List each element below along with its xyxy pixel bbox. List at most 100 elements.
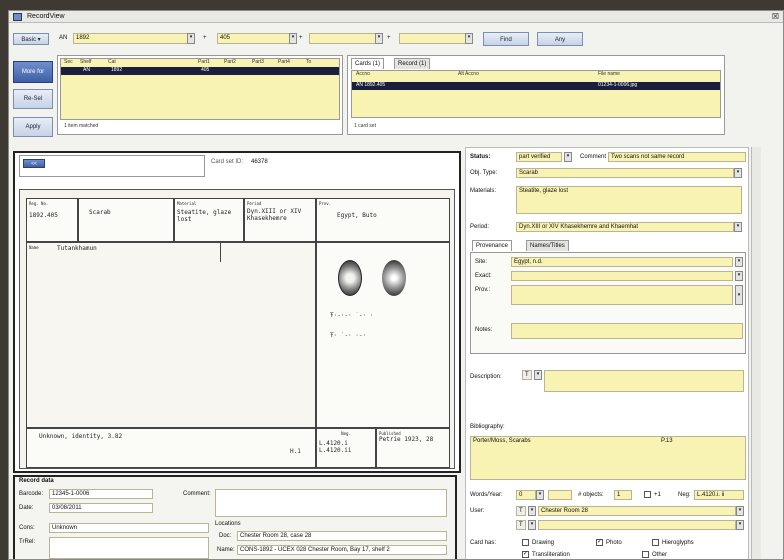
plus-one-checkbox[interactable] <box>644 491 651 498</box>
card-has-label: Card has: <box>470 540 497 546</box>
published-cell: Published Petrie 1923, 28 <box>376 428 450 468</box>
chevron-down-icon[interactable]: ▾ <box>564 152 572 162</box>
chevron-down-icon[interactable]: ▾ <box>735 271 743 281</box>
tab-record[interactable]: Record (1) <box>394 58 431 69</box>
status-select[interactable]: part verified <box>516 152 562 162</box>
chevron-down-icon[interactable]: ▾ <box>289 33 297 44</box>
record-form: Status: part verified ▾ Comment Two scan… <box>465 147 749 559</box>
material-value: Steatite, glaze lost <box>177 209 232 223</box>
form-scrollbar[interactable] <box>751 147 761 559</box>
neg-label: Neg: <box>678 492 691 498</box>
plus-one-label: +1 <box>654 492 661 498</box>
table-row[interactable]: AN 1892 405 <box>61 67 339 75</box>
prov-field[interactable] <box>511 285 733 305</box>
user2-lang[interactable]: T <box>516 520 526 530</box>
desc-lang[interactable]: T <box>522 370 532 380</box>
card-set-id-label: Card set ID: <box>211 159 244 165</box>
other-checkbox[interactable] <box>642 551 649 558</box>
tab-provenance[interactable]: Provenance <box>472 240 513 251</box>
object-cell: Scarab <box>78 198 174 242</box>
results-panel: Sec Shelf Cat Part1 Part2 Part3 Part4 To… <box>57 55 343 135</box>
chevron-down-icon[interactable]: ▾ <box>375 33 383 44</box>
title-bar: RecordView ☒ <box>9 11 783 23</box>
notes-label: Notes: <box>475 327 493 333</box>
chevron-down-icon[interactable]: ▾ <box>736 506 744 516</box>
other-label: Other <box>652 552 668 558</box>
close-icon[interactable]: ☒ <box>772 12 779 21</box>
comment-label: Comment <box>580 154 607 160</box>
chevron-down-icon[interactable]: ▾ <box>734 222 742 232</box>
bibliography-field[interactable]: Porter/Moss, Scarabs P.13 <box>470 436 746 480</box>
neg-cell: Neg. L.4120.i L.4120.ii <box>316 428 376 468</box>
chevron-down-icon[interactable]: ▾ <box>187 33 195 44</box>
materials-field[interactable]: Steatite, glaze lost <box>516 186 742 214</box>
period-select[interactable]: Dyn.XIII or XIV Khasekhemre and Khaemhat <box>516 222 734 232</box>
period-cell: Period Dyn.XIII or XIV Khasekhemre <box>244 198 316 242</box>
drawing-checkbox[interactable] <box>522 539 529 546</box>
chevron-down-icon[interactable]: ▾ <box>528 506 536 516</box>
bibliography-value: Porter/Moss, Scarabs <box>473 438 531 444</box>
doc-field[interactable]: Chester Room 28, case 28 <box>237 531 447 541</box>
cons-field[interactable]: Unknown <box>49 523 209 533</box>
date-field[interactable]: 03/08/2011 <box>49 503 153 513</box>
search-value-4[interactable] <box>399 33 469 44</box>
obj-type-select[interactable]: Scarab <box>516 168 734 178</box>
reselect-button[interactable]: Re-Sel <box>13 89 53 109</box>
record-data-panel: Record data Barcode: 12345-1-0006 Date: … <box>13 475 457 559</box>
chevron-down-icon[interactable]: ▾ <box>536 490 544 500</box>
description-field[interactable] <box>544 370 744 392</box>
search-mode-button[interactable]: Basic ▾ <box>13 33 49 45</box>
find-button[interactable]: Find <box>483 32 529 46</box>
chevron-down-icon[interactable]: ▾ <box>734 168 742 178</box>
tab-cards[interactable]: Cards (1) <box>351 58 385 69</box>
status-label: Status: <box>470 154 491 160</box>
regno-label: Reg. No. <box>29 201 49 206</box>
apply-button[interactable]: Apply <box>13 117 53 137</box>
year-field[interactable] <box>548 490 572 500</box>
comment-field[interactable] <box>215 489 447 517</box>
words-field[interactable]: 0 <box>516 490 536 500</box>
hieroglyphs-checkbox[interactable] <box>652 539 659 546</box>
objects-field[interactable]: 1 <box>614 490 632 500</box>
window-title: RecordView <box>27 13 65 20</box>
cards-panel: Cards (1) Record (1) Accno Alt Accno Fil… <box>347 55 725 135</box>
photo-caption-1: Ŧ·-·-· ˙-· · <box>330 312 374 319</box>
op-label: + <box>387 35 391 41</box>
bibliography-label: Bibliography: <box>470 424 505 430</box>
provenance-panel: Site: Egypt, n.d. ▾ Exact: ▾ Prov.: ▾ No… <box>470 252 746 354</box>
search-value-2[interactable]: 405 <box>217 33 293 44</box>
site-select[interactable]: Egypt, n.d. <box>511 257 733 267</box>
chevron-down-icon[interactable]: ▾ <box>528 520 536 530</box>
provenance-cell: Prov. Egypt, Buto <box>316 198 450 242</box>
chevron-down-icon[interactable]: ▾ <box>736 520 744 530</box>
any-button[interactable]: Any <box>537 32 583 46</box>
chevron-down-icon[interactable]: ▾ <box>465 33 473 44</box>
chevron-down-icon[interactable]: ▾ <box>735 285 743 305</box>
words-year-label: Words/Year: <box>470 492 503 498</box>
user1-field[interactable]: Chester Room 28 <box>538 506 736 516</box>
chevron-down-icon[interactable]: ▾ <box>534 370 542 380</box>
status-comment-field[interactable]: Two scans not same record <box>608 152 746 162</box>
notes-field[interactable] <box>511 323 743 339</box>
cards-grid[interactable] <box>351 70 721 118</box>
name-label: Name: <box>217 547 235 553</box>
transliteration-checkbox[interactable]: ✓ <box>522 551 529 558</box>
exact-select[interactable] <box>511 271 733 281</box>
user2-field[interactable] <box>538 520 736 530</box>
neg-field[interactable]: L.4120.i. ii <box>694 490 744 500</box>
more-for-button[interactable]: More for <box>13 61 53 83</box>
trel-field[interactable] <box>49 537 209 559</box>
chevron-down-icon[interactable]: ▾ <box>735 257 743 267</box>
scarab-photo-side <box>382 260 406 296</box>
cons-label: Cons: <box>19 525 35 531</box>
material-label: Material <box>177 201 197 206</box>
table-row[interactable]: AN 1892.405 01234-1-0006.jpg <box>352 82 720 90</box>
search-value-3[interactable] <box>309 33 379 44</box>
barcode-field[interactable]: 12345-1-0006 <box>49 489 153 499</box>
search-value-1[interactable]: 1892 <box>73 33 191 44</box>
photo-checkbox[interactable]: ✓ <box>596 539 603 546</box>
location-name-field[interactable]: CONS-1892 - UCEX 028 Chester Room, Bay 1… <box>237 545 447 555</box>
user1-lang[interactable]: T <box>516 506 526 516</box>
tab-names-titles[interactable]: Names/Titles <box>526 240 569 251</box>
name-value: Tutankhamun <box>57 245 97 252</box>
